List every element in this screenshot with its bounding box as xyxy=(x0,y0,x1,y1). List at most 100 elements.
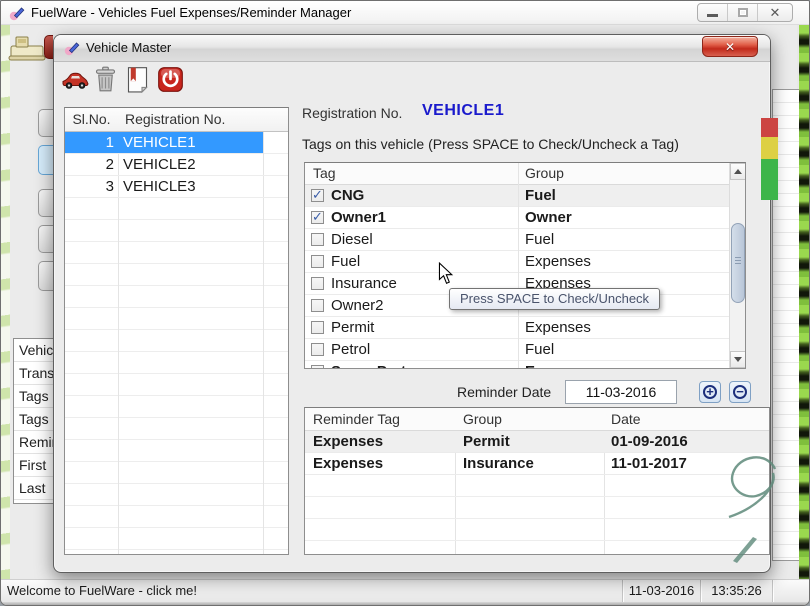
maximize-button[interactable] xyxy=(728,4,758,21)
group-cell: Expenses xyxy=(525,251,591,272)
group-cell: Fuel xyxy=(525,185,556,206)
tag-cell: Petrol xyxy=(331,339,370,360)
bg-panel-row: Tags xyxy=(14,385,53,408)
dialog-icon xyxy=(64,40,80,56)
registration-label: Registration No. xyxy=(302,105,402,121)
registration-cell: VEHICLE3 xyxy=(123,176,196,197)
vehicle-list-header[interactable]: Sl.No. Registration No. xyxy=(65,108,288,132)
reminder-row[interactable]: Expenses Permit 01-09-2016 xyxy=(305,431,769,453)
tag-row[interactable]: Fuel Expenses xyxy=(305,251,729,273)
status-bar-green xyxy=(761,159,778,200)
scroll-down-button[interactable] xyxy=(730,351,746,368)
maximize-icon xyxy=(738,8,748,17)
left-decor-strip xyxy=(1,25,10,579)
reminder-date-input[interactable]: 11-03-2016 xyxy=(565,380,677,404)
close-icon: ✕ xyxy=(770,5,781,21)
group-cell: Fuel xyxy=(525,339,554,360)
tags-table-header: Tag Group xyxy=(305,163,729,185)
statusbar-time: 13:35:26 xyxy=(701,580,773,602)
checkbox-unchecked[interactable] xyxy=(311,299,324,312)
reminder-table-body: Expenses Permit 01-09-2016 Expenses Insu… xyxy=(305,431,769,554)
tag-cell: Permit xyxy=(331,317,374,338)
reminder-row[interactable]: Expenses Insurance 11-01-2017 xyxy=(305,453,769,475)
tag-row[interactable]: CNG Fuel xyxy=(305,185,729,207)
scrollbar-thumb[interactable] xyxy=(731,223,745,303)
tag-row[interactable]: Owner1 Owner xyxy=(305,207,729,229)
vehicle-row[interactable]: 3 VEHICLE3 xyxy=(65,176,288,198)
group-cell: Expenses xyxy=(525,361,595,368)
bg-panel-row: Reminders xyxy=(14,431,53,454)
statusbar-message[interactable]: Welcome to FuelWare - click me! xyxy=(1,580,623,602)
tooltip: Press SPACE to Check/Uncheck xyxy=(449,288,660,310)
column-header-group[interactable]: Group xyxy=(463,408,502,430)
tag-row[interactable]: Permit Expenses xyxy=(305,317,729,339)
checkbox-checked[interactable] xyxy=(311,211,324,224)
column-header-slno[interactable]: Sl.No. xyxy=(65,108,118,131)
close-button[interactable]: ✕ xyxy=(758,4,792,21)
fuel-machine-icon[interactable] xyxy=(8,34,46,62)
column-header-group[interactable]: Group xyxy=(525,163,564,184)
remove-reminder-button[interactable]: − xyxy=(729,381,751,403)
vehicle-row[interactable]: 2 VEHICLE2 xyxy=(65,154,288,176)
bg-summary-panel: Vehicle Transactions Tags Tags Reminders… xyxy=(13,338,53,504)
minus-icon: − xyxy=(733,385,747,399)
checkbox-unchecked[interactable] xyxy=(311,277,324,290)
bg-panel-row: Transactions xyxy=(14,362,53,385)
dialog-close-button[interactable] xyxy=(702,36,758,57)
group-cell: Owner xyxy=(525,207,572,228)
tags-scrollbar[interactable] xyxy=(729,163,745,368)
checkbox-unchecked[interactable] xyxy=(311,233,324,246)
dialog-titlebar[interactable]: Vehicle Master xyxy=(54,35,770,62)
add-reminder-button[interactable]: + xyxy=(699,381,721,403)
tags-table-body: CNG Fuel Owner1 Owner Diesel Fuel Fuel E… xyxy=(305,185,729,368)
bg-side-button-1[interactable] xyxy=(38,109,54,137)
report-icon[interactable] xyxy=(124,66,151,93)
tag-cell: Owner2 xyxy=(331,295,384,316)
column-header-registration[interactable]: Registration No. xyxy=(125,108,225,131)
bg-side-button-3[interactable] xyxy=(38,189,54,217)
checkbox-unchecked[interactable] xyxy=(311,255,324,268)
delete-icon[interactable] xyxy=(92,66,119,93)
slno-cell: 3 xyxy=(65,176,114,197)
arrow-down-icon xyxy=(734,357,742,362)
vehicle-row-selected[interactable]: 1 VEHICLE1 xyxy=(65,132,263,154)
registration-cell: VEHICLE2 xyxy=(123,154,196,175)
column-header-reminder-tag[interactable]: Reminder Tag xyxy=(313,408,400,430)
tag-cell: Insurance xyxy=(331,273,397,294)
vehicle-icon[interactable] xyxy=(62,66,89,93)
column-header-date[interactable]: Date xyxy=(611,408,641,430)
app-icon xyxy=(9,5,25,21)
status-bar-yellow xyxy=(761,137,778,159)
slno-cell: 1 xyxy=(65,132,114,153)
bg-side-button-4[interactable] xyxy=(38,225,54,253)
vehicle-list: Sl.No. Registration No. 1 VEHICLE1 2 VEH… xyxy=(64,107,289,555)
column-divider xyxy=(518,163,519,368)
minimize-button[interactable] xyxy=(698,4,728,21)
tag-cell: Owner1 xyxy=(331,207,386,228)
checkbox-unchecked[interactable] xyxy=(311,321,324,334)
arrow-up-icon xyxy=(734,169,742,174)
reminder-table: Reminder Tag Group Date Expenses Permit … xyxy=(304,407,770,555)
date-cell: 01-09-2016 xyxy=(611,431,688,452)
tag-row[interactable]: Diesel Fuel xyxy=(305,229,729,251)
checkbox-checked[interactable] xyxy=(311,189,324,202)
bg-panel-row: Vehicle xyxy=(14,339,53,362)
scroll-up-button[interactable] xyxy=(730,163,746,180)
minimize-icon xyxy=(707,14,718,17)
reminder-date-label: Reminder Date xyxy=(457,384,551,400)
exit-icon[interactable] xyxy=(157,66,184,93)
toolbar-icon-partial[interactable] xyxy=(44,35,53,59)
bg-side-button-2-active[interactable] xyxy=(38,145,54,175)
bg-side-button-5[interactable] xyxy=(38,261,54,291)
statusbar: Welcome to FuelWare - click me! 11-03-20… xyxy=(1,579,809,602)
plus-icon: + xyxy=(703,385,717,399)
checkbox-unchecked[interactable] xyxy=(311,365,324,368)
column-header-tag[interactable]: Tag xyxy=(313,163,336,184)
window-bottom-edge xyxy=(1,602,809,606)
tag-row[interactable]: Petrol Fuel xyxy=(305,339,729,361)
tag-row-partial[interactable]: Spare Parts Expenses xyxy=(305,361,729,368)
reminder-tag-cell: Expenses xyxy=(313,431,383,452)
checkbox-unchecked[interactable] xyxy=(311,343,324,356)
date-cell: 11-01-2017 xyxy=(611,453,687,474)
tags-caption: Tags on this vehicle (Press SPACE to Che… xyxy=(302,136,679,152)
